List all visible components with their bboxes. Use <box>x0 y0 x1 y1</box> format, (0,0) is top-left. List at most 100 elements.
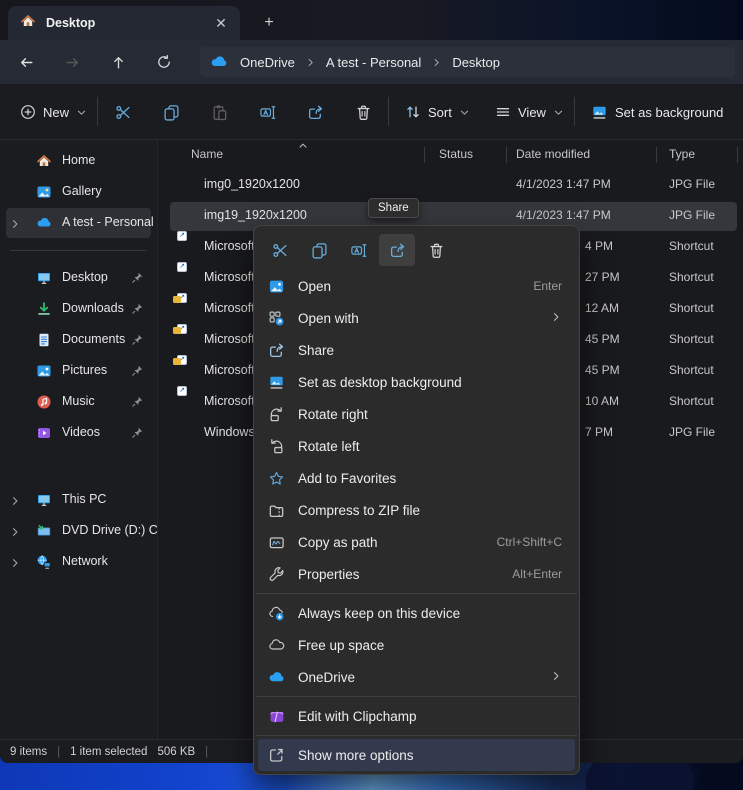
delete-button[interactable] <box>346 97 380 127</box>
file-row[interactable]: img0_1920x1200 4/1/2023 1:47 PM JPG File <box>158 170 743 201</box>
sidebar-item-downloads[interactable]: Downloads <box>6 294 151 324</box>
menu-item-open-with[interactable]: Open with <box>258 302 575 334</box>
column-header-row: Name Status Date modified Type <box>158 140 743 170</box>
column-header-type[interactable]: Type <box>669 147 695 161</box>
sidebar-item-gallery[interactable]: Gallery <box>6 177 151 207</box>
column-divider[interactable] <box>656 147 657 163</box>
column-divider[interactable] <box>506 147 507 163</box>
menu-item-rotate-left[interactable]: Rotate left <box>258 430 575 462</box>
status-divider: | <box>57 746 60 758</box>
house-icon <box>20 13 36 34</box>
view-lines-icon <box>495 104 511 120</box>
new-tab-button[interactable]: + <box>256 11 282 35</box>
chevron-right-icon[interactable] <box>9 494 21 512</box>
new-button[interactable]: New <box>10 97 97 127</box>
videos-icon <box>36 425 52 441</box>
menu-item-always-keep-on-device[interactable]: Always keep on this device <box>258 597 575 629</box>
pin-icon <box>131 271 144 289</box>
menu-item-set-as-desktop-background[interactable]: Set as desktop background <box>258 366 575 398</box>
menu-item-copy-as-path[interactable]: Copy as path Ctrl+Shift+C <box>258 526 575 558</box>
menu-item-onedrive[interactable]: OneDrive <box>258 661 575 693</box>
chevron-right-icon[interactable] <box>9 217 21 235</box>
dvd-drive-icon <box>36 523 52 539</box>
scissors-icon <box>115 104 132 121</box>
shortcut-overlay-icon: ↗ <box>177 386 187 396</box>
sidebar-item-desktop[interactable]: Desktop <box>6 263 151 293</box>
cut-button[interactable] <box>106 97 140 127</box>
rename-icon-button[interactable] <box>340 234 376 266</box>
copy-button[interactable] <box>154 97 188 127</box>
sidebar-item-label: A test - Personal <box>62 215 154 229</box>
chevron-right-icon <box>431 57 442 68</box>
sidebar-item-music[interactable]: Music <box>6 387 151 417</box>
forward-button[interactable] <box>57 47 87 77</box>
edge-shortcut-icon: ↗ <box>179 239 196 256</box>
menu-item-properties[interactable]: Properties Alt+Enter <box>258 558 575 590</box>
menu-item-edit-with-clipchamp[interactable]: Edit with Clipchamp <box>258 700 575 732</box>
menu-item-compress-to-zip[interactable]: Compress to ZIP file <box>258 494 575 526</box>
chevron-down-icon <box>553 107 564 118</box>
copy-icon-button[interactable] <box>301 234 337 266</box>
edge-shortcut-icon: ↗ <box>179 363 196 380</box>
menu-item-free-up-space[interactable]: Free up space <box>258 629 575 661</box>
delete-icon-button[interactable] <box>418 234 454 266</box>
set-desktop-background-icon <box>267 374 285 391</box>
sidebar-item-documents[interactable]: Documents <box>6 325 151 355</box>
clipboard-icon <box>211 104 228 121</box>
file-date-modified: 12 AM <box>585 301 619 315</box>
tab-close-icon[interactable]: ✕ <box>210 12 232 34</box>
rotate-left-icon <box>267 438 285 455</box>
up-button[interactable] <box>103 47 133 77</box>
sidebar-item-label: Home <box>62 153 95 167</box>
column-header-date-modified[interactable]: Date modified <box>516 147 590 161</box>
cut-icon-button[interactable] <box>262 234 298 266</box>
paste-button[interactable] <box>202 97 236 127</box>
menu-item-share[interactable]: Share <box>258 334 575 366</box>
file-name: img19_1920x1200 <box>204 208 307 222</box>
column-divider[interactable] <box>424 147 425 163</box>
show-more-options-icon <box>267 747 285 764</box>
chevron-right-icon[interactable] <box>9 525 21 543</box>
breadcrumb-onedrive[interactable]: OneDrive <box>234 53 301 72</box>
sidebar-item-network[interactable]: Network <box>6 547 151 577</box>
file-name: img0_1920x1200 <box>204 177 300 191</box>
sidebar-item-dvd-drive[interactable]: DVD Drive (D:) CCC <box>6 516 151 546</box>
column-header-name[interactable]: Name <box>191 147 223 161</box>
chevron-right-icon[interactable] <box>9 556 21 574</box>
sidebar-item-home[interactable]: Home <box>6 146 151 176</box>
submenu-chevron-icon <box>550 670 562 685</box>
sidebar-item-label: Videos <box>62 425 100 439</box>
file-date-modified: 4 PM <box>585 239 613 253</box>
view-button[interactable]: View <box>486 97 573 127</box>
refresh-button[interactable] <box>149 47 179 77</box>
back-button[interactable] <box>11 47 41 77</box>
rename-button[interactable] <box>250 97 284 127</box>
breadcrumb-a-test-personal[interactable]: A test - Personal <box>320 53 427 72</box>
tab-desktop[interactable]: Desktop ✕ <box>8 6 240 40</box>
menu-item-show-more-options[interactable]: Show more options <box>258 739 575 771</box>
file-type: Shortcut <box>669 332 714 346</box>
sidebar-item-videos[interactable]: Videos <box>6 418 151 448</box>
sidebar-item-a-test-personal[interactable]: A test - Personal <box>6 208 151 238</box>
menu-item-open[interactable]: Open Enter <box>258 270 575 302</box>
column-divider[interactable] <box>737 147 738 163</box>
sort-button[interactable]: Sort <box>396 97 479 127</box>
pin-icon <box>131 395 144 413</box>
set-as-background-button[interactable]: Set as background <box>582 97 732 127</box>
menu-item-add-to-favorites[interactable]: Add to Favorites <box>258 462 575 494</box>
menu-shortcut: Alt+Enter <box>512 567 562 581</box>
menu-item-rotate-right[interactable]: Rotate right <box>258 398 575 430</box>
plus-circle-icon <box>20 104 36 120</box>
menu-shortcut: Ctrl+Shift+C <box>497 535 562 549</box>
breadcrumb-desktop[interactable]: Desktop <box>446 53 506 72</box>
am-badge <box>173 327 181 334</box>
music-icon <box>36 394 52 410</box>
this-pc-icon <box>36 492 52 508</box>
new-button-label: New <box>43 105 69 120</box>
share-button[interactable] <box>298 97 332 127</box>
sidebar-item-pictures[interactable]: Pictures <box>6 356 151 386</box>
share-icon-button[interactable] <box>379 234 415 266</box>
star-icon <box>267 470 285 487</box>
column-header-status[interactable]: Status <box>439 147 473 161</box>
sidebar-item-this-pc[interactable]: This PC <box>6 485 151 515</box>
